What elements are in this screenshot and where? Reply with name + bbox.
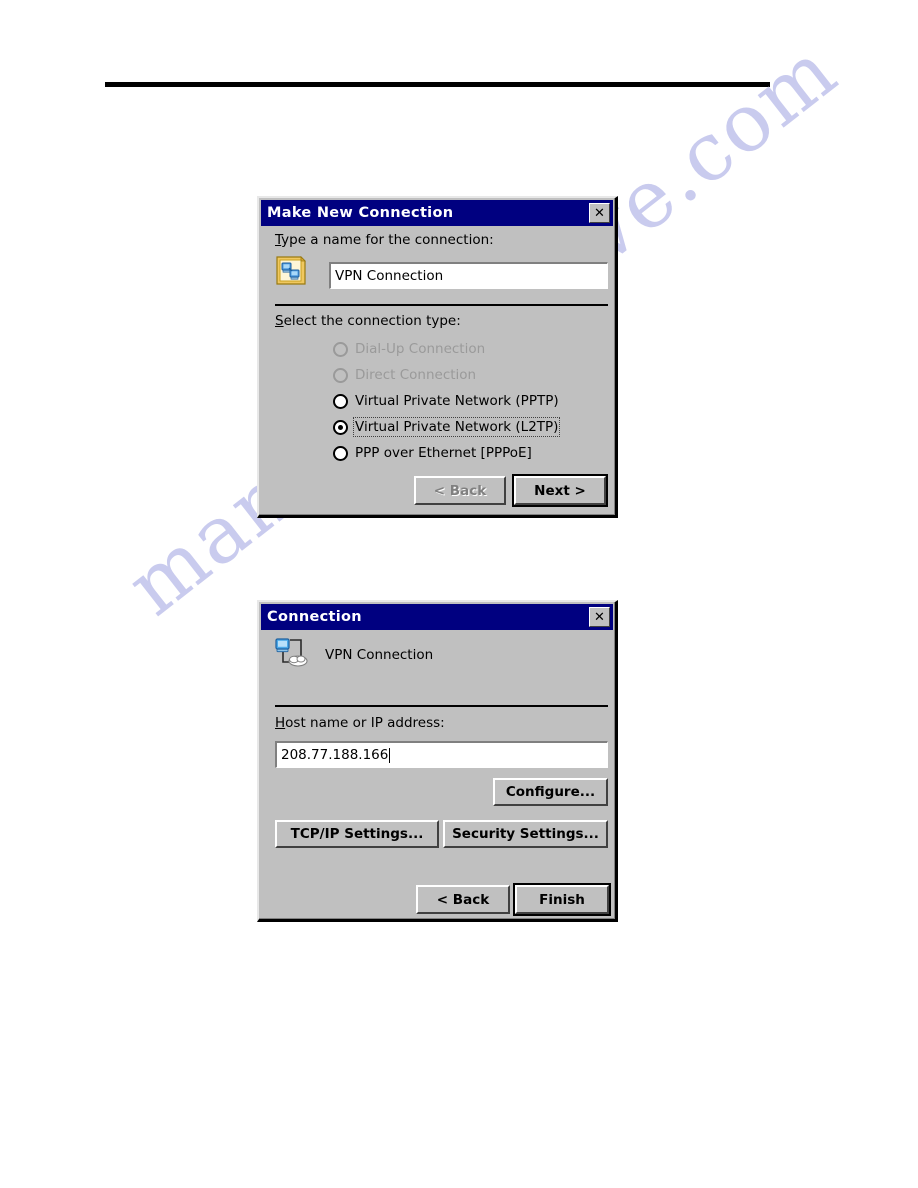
radio-label: Virtual Private Network (L2TP): [352, 417, 561, 437]
page-header-rule: [105, 82, 770, 87]
name-prompt-rest: ype a name for the connection:: [281, 232, 494, 248]
titlebar-make-new-connection[interactable]: Make New Connection ✕: [261, 200, 613, 226]
radio-circle-icon: [333, 393, 348, 409]
titlebar-title: Connection: [267, 609, 362, 625]
network-folder-icon: [275, 254, 309, 288]
dialog-make-new-connection: Make New Connection ✕ Type a name for th…: [257, 196, 618, 518]
next-button-label: Next >: [534, 482, 586, 499]
host-prompt-rest: ost name or IP address:: [285, 715, 445, 731]
radio-label: Virtual Private Network (PPTP): [355, 393, 559, 409]
close-icon[interactable]: ✕: [589, 607, 610, 627]
dialog-connection: Connection ✕ VPN Connection Host name or…: [257, 600, 618, 922]
security-settings-button[interactable]: Security Settings...: [443, 820, 608, 848]
configure-button[interactable]: Configure...: [493, 778, 608, 806]
host-address-input[interactable]: 208.77.188.166: [275, 741, 608, 768]
name-prompt-label: Type a name for the connection:: [275, 232, 494, 248]
radio-circle-icon: [333, 367, 348, 383]
radio-label: PPP over Ethernet [PPPoE]: [355, 445, 532, 461]
security-settings-button-label: Security Settings...: [452, 826, 599, 842]
tcpip-settings-button[interactable]: TCP/IP Settings...: [275, 820, 439, 848]
radio-circle-selected-icon: [333, 419, 348, 435]
vpn-connection-icon: [273, 636, 313, 670]
host-address-value: 208.77.188.166: [281, 747, 389, 763]
back-button[interactable]: < Back: [416, 885, 510, 914]
radio-label: Dial-Up Connection: [355, 341, 486, 357]
titlebar-connection[interactable]: Connection ✕: [261, 604, 613, 630]
connection-name-label: VPN Connection: [325, 647, 434, 663]
next-button[interactable]: Next >: [514, 476, 606, 505]
radio-ppp-over-ethernet[interactable]: PPP over Ethernet [PPPoE]: [333, 442, 532, 464]
radio-direct-connection[interactable]: Direct Connection: [333, 364, 476, 386]
titlebar-title: Make New Connection: [267, 205, 454, 221]
radio-dial-up-connection[interactable]: Dial-Up Connection: [333, 338, 485, 360]
text-caret: [389, 747, 391, 763]
radio-circle-icon: [333, 445, 348, 461]
radio-circle-icon: [333, 341, 348, 357]
configure-button-label: Configure...: [505, 784, 596, 800]
dialog-body: Type a name for the connection: VPN Conn…: [261, 226, 612, 513]
back-button-label: < Back: [436, 891, 490, 908]
finish-button[interactable]: Finish: [515, 885, 609, 914]
host-prompt-label: Host name or IP address:: [275, 715, 445, 731]
radio-vpn-pptp[interactable]: Virtual Private Network (PPTP): [333, 390, 559, 412]
radio-label: Direct Connection: [355, 367, 477, 383]
back-button[interactable]: < Back: [414, 476, 506, 505]
section-separator: [275, 304, 608, 306]
radio-vpn-l2tp[interactable]: Virtual Private Network (L2TP): [333, 416, 561, 438]
dialog-body: VPN Connection Host name or IP address: …: [261, 630, 612, 917]
type-prompt-rest: elect the connection type:: [283, 313, 461, 329]
close-icon[interactable]: ✕: [589, 203, 610, 223]
connection-name-input[interactable]: VPN Connection: [329, 262, 608, 289]
connection-name-value: VPN Connection: [335, 268, 444, 284]
section-separator: [275, 705, 608, 707]
tcpip-settings-button-label: TCP/IP Settings...: [290, 826, 424, 842]
type-prompt-label: Select the connection type:: [275, 313, 461, 329]
finish-button-label: Finish: [539, 891, 585, 908]
back-button-label: < Back: [433, 482, 487, 499]
